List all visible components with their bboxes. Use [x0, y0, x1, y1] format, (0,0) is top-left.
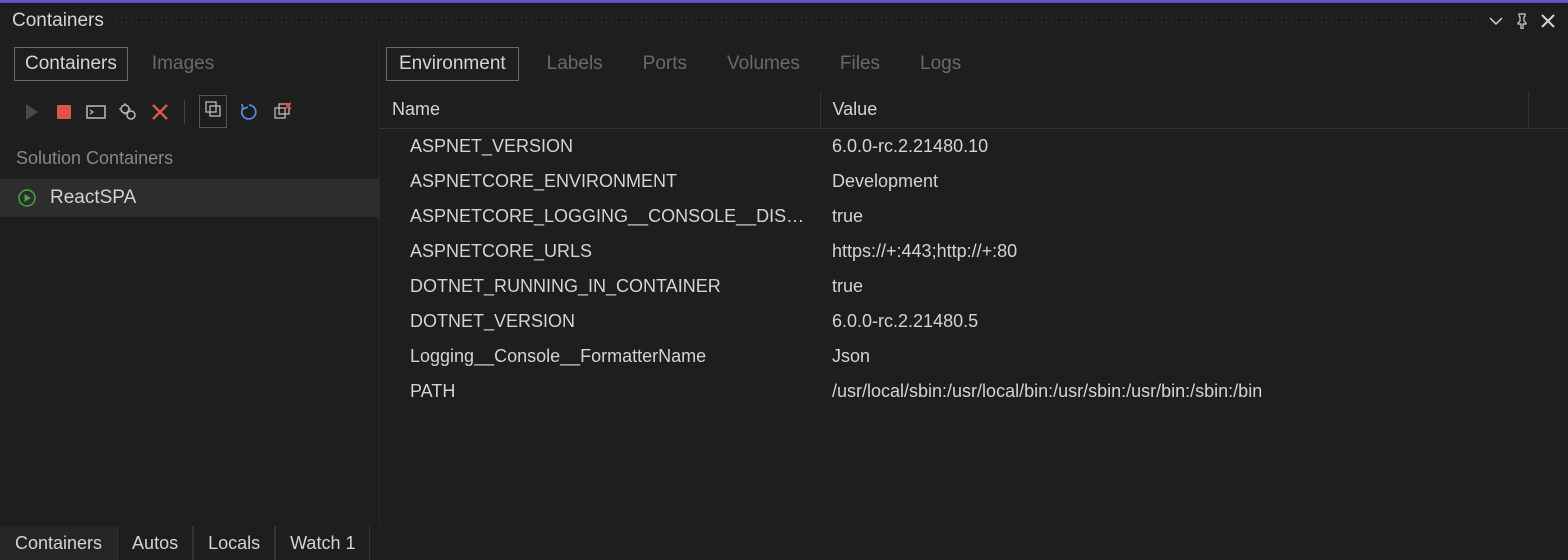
copy-icon[interactable] [199, 95, 227, 128]
table-row[interactable]: DOTNET_VERSION6.0.0-rc.2.21480.5 [380, 304, 1568, 339]
env-value: 6.0.0-rc.2.21480.5 [820, 304, 1528, 339]
toolbar-separator [184, 100, 185, 124]
env-value: https://+:443;http://+:80 [820, 234, 1528, 269]
right-panel: Environment Labels Ports Volumes Files L… [380, 39, 1568, 526]
container-item[interactable]: ReactSPA [0, 179, 379, 217]
tab-files[interactable]: Files [828, 48, 892, 80]
table-row[interactable]: PATH/usr/local/sbin:/usr/local/bin:/usr/… [380, 374, 1568, 409]
table-row[interactable]: ASPNETCORE_LOGGING__CONSOLE__DISA…true [380, 199, 1568, 234]
grip-handle[interactable] [114, 15, 1478, 27]
panel-header: Containers [0, 3, 1568, 39]
env-value: Json [820, 339, 1528, 374]
env-value: true [820, 269, 1528, 304]
refresh-icon[interactable] [239, 102, 259, 122]
section-header: Solution Containers [0, 138, 379, 179]
env-name: ASPNETCORE_LOGGING__CONSOLE__DISA… [380, 199, 820, 234]
tab-ports[interactable]: Ports [631, 48, 699, 80]
container-item-label: ReactSPA [50, 187, 136, 209]
tab-images[interactable]: Images [142, 48, 224, 80]
bottom-tab-containers[interactable]: Containers [0, 526, 117, 560]
table-row[interactable]: Logging__Console__FormatterNameJson [380, 339, 1568, 374]
stop-icon[interactable] [54, 102, 74, 122]
table-row[interactable]: ASPNETCORE_ENVIRONMENTDevelopment [380, 164, 1568, 199]
bottom-tabs: Containers Autos Locals Watch 1 [0, 526, 1568, 560]
bottom-tab-autos[interactable]: Autos [117, 526, 193, 560]
pin-icon[interactable] [1514, 13, 1530, 29]
col-header-value[interactable]: Value [820, 91, 1528, 129]
env-name: ASPNETCORE_ENVIRONMENT [380, 164, 820, 199]
terminal-icon[interactable] [86, 102, 106, 122]
env-value: true [820, 199, 1528, 234]
left-tabs: Containers Images [0, 39, 379, 91]
main-area: Containers Images Solution Containers Re… [0, 39, 1568, 526]
panel-title: Containers [12, 10, 104, 32]
tab-labels[interactable]: Labels [535, 48, 615, 80]
env-name: ASPNET_VERSION [380, 129, 820, 165]
tab-containers[interactable]: Containers [14, 47, 128, 81]
settings-icon[interactable] [118, 102, 138, 122]
env-value: /usr/local/sbin:/usr/local/bin:/usr/sbin… [820, 374, 1528, 409]
bottom-tab-watch1[interactable]: Watch 1 [275, 526, 370, 560]
table-row[interactable]: DOTNET_RUNNING_IN_CONTAINERtrue [380, 269, 1568, 304]
dropdown-icon[interactable] [1488, 13, 1504, 29]
tab-logs[interactable]: Logs [908, 48, 973, 80]
table-row[interactable]: ASPNET_VERSION6.0.0-rc.2.21480.10 [380, 129, 1568, 165]
env-name: DOTNET_VERSION [380, 304, 820, 339]
right-tabs: Environment Labels Ports Volumes Files L… [380, 39, 1568, 91]
env-table-wrap: Name Value ASPNET_VERSION6.0.0-rc.2.2148… [380, 91, 1568, 526]
env-value: Development [820, 164, 1528, 199]
tab-volumes[interactable]: Volumes [715, 48, 812, 80]
env-name: Logging__Console__FormatterName [380, 339, 820, 374]
env-table: Name Value ASPNET_VERSION6.0.0-rc.2.2148… [380, 91, 1568, 409]
env-name: PATH [380, 374, 820, 409]
left-panel: Containers Images Solution Containers Re… [0, 39, 380, 526]
col-header-name[interactable]: Name [380, 91, 820, 129]
env-name: DOTNET_RUNNING_IN_CONTAINER [380, 269, 820, 304]
prune-icon[interactable] [271, 102, 291, 122]
env-value: 6.0.0-rc.2.21480.10 [820, 129, 1528, 165]
running-icon [18, 189, 36, 207]
env-name: ASPNETCORE_URLS [380, 234, 820, 269]
col-header-spacer [1528, 91, 1568, 129]
table-row[interactable]: ASPNETCORE_URLShttps://+:443;http://+:80 [380, 234, 1568, 269]
toolbar [0, 91, 379, 138]
play-icon[interactable] [22, 102, 42, 122]
tab-environment[interactable]: Environment [386, 47, 519, 81]
close-icon[interactable] [1540, 13, 1556, 29]
bottom-tab-locals[interactable]: Locals [193, 526, 275, 560]
delete-icon[interactable] [150, 102, 170, 122]
